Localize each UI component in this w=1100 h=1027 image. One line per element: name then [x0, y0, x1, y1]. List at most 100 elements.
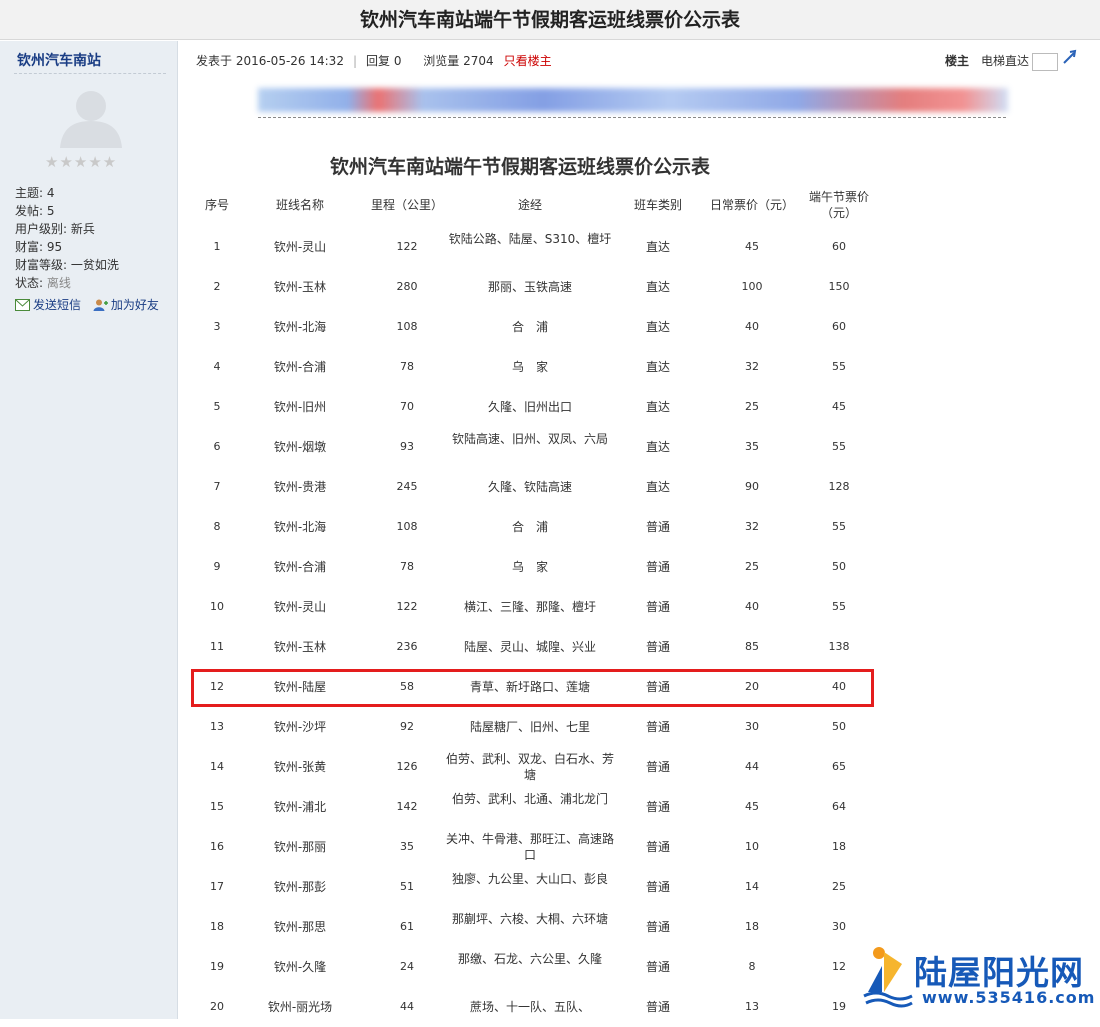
info-level: 用户级别: 新兵 [15, 222, 95, 236]
table-cell: 20 [210, 1000, 224, 1013]
table-row: 5 钦州-旧州 70 久隆、旧州出口 直达 25 45 [196, 387, 876, 427]
table-cell: 93 [400, 440, 414, 453]
table-cell: 30 [745, 720, 759, 733]
send-message-button[interactable]: 发送短信 [15, 298, 85, 312]
table-cell: 16 [210, 840, 224, 853]
table-cell: 17 [210, 880, 224, 893]
table-cell: 普通 [645, 960, 670, 974]
header-cell: 序号 [204, 198, 229, 212]
table-cell: 40 [745, 600, 759, 613]
table-cell: 钦州-合浦 [273, 360, 327, 374]
table-cell: 3 [213, 320, 221, 333]
author-divider [14, 73, 166, 74]
table-cell: 普通 [645, 920, 670, 934]
add-friend-button[interactable]: 加为好友 [93, 298, 159, 312]
table-cell: 钦州-丽光场 [267, 1000, 333, 1014]
add-friend-icon [93, 299, 108, 311]
table-cell: 5 [213, 400, 221, 413]
table-row: 9 钦州-合浦 78 乌 家 普通 25 50 [196, 547, 876, 587]
avatar[interactable] [56, 86, 126, 148]
jump-go-icon[interactable] [1062, 49, 1078, 65]
table-cell: 85 [745, 640, 759, 653]
table-cell: 45 [745, 800, 759, 813]
header-cell: 日常票价（元） [709, 198, 794, 212]
table-cell: 15 [210, 800, 224, 813]
table-cell: 钦州-张黄 [273, 760, 327, 774]
table-cell: 65 [832, 760, 846, 773]
table-cell: 直达 [645, 440, 670, 454]
watermark-url: www.535416.com [922, 988, 1096, 1007]
table-cell: 钦州-北海 [273, 320, 327, 334]
table-cell: 那丽、玉铁高速 [487, 280, 572, 294]
envelope-icon [15, 299, 30, 311]
table-cell: 直达 [645, 400, 670, 414]
table-cell: 44 [400, 1000, 414, 1013]
table-cell: 10 [745, 840, 759, 853]
header-cell: 班线名称 [275, 198, 324, 212]
table-cell: 陆屋、灵山、城隍、兴业 [463, 640, 596, 654]
table-cell: 横江、三隆、那隆、檀圩 [463, 600, 596, 614]
table-cell: 伯劳、武利、北通、浦北龙门 [451, 792, 608, 806]
jump-label: 电梯直达 [980, 54, 1029, 68]
table-cell: 普通 [645, 800, 670, 814]
table-cell: 70 [400, 400, 414, 413]
only-author-link[interactable]: 只看楼主 [504, 54, 552, 68]
table-cell: 35 [400, 840, 414, 853]
blurred-banner-image [258, 88, 1008, 112]
table-cell: 钦陆高速、旧州、双凤、六局 [451, 432, 608, 446]
table-cell: 90 [745, 480, 759, 493]
table-cell: 24 [400, 960, 414, 973]
table-row: 8 钦州-北海 108 合 浦 普通 32 55 [196, 507, 876, 547]
table-row: 15 钦州-浦北 142 伯劳、武利、北通、浦北龙门 普通 45 64 [196, 787, 876, 827]
table-cell: 18 [832, 840, 846, 853]
rating-stars-icon: ★★★★★ [45, 153, 118, 171]
table-cell: 普通 [645, 880, 670, 894]
author-actions: 发送短信 加为好友 [15, 296, 167, 313]
table-cell: 钦州-沙坪 [273, 720, 327, 734]
table-cell: 9 [213, 560, 221, 573]
header-cell: 途经 [517, 198, 542, 212]
author-info: 主题: 4 发帖: 5 用户级别: 新兵 财富: 95 财富等级: 一贫如洗 状… [15, 184, 119, 292]
author-sidebar: 钦州汽车南站 ★★★★★ 主题: 4 发帖: 5 用户级别: 新兵 财富: 95… [0, 41, 178, 1019]
table-cell: 150 [828, 280, 850, 293]
table-cell: 60 [832, 320, 846, 333]
table-row: 11 钦州-玉林 236 陆屋、灵山、城隍、兴业 普通 85 138 [196, 627, 876, 667]
table-cell: 55 [832, 520, 846, 533]
table-cell: 55 [832, 600, 846, 613]
table-cell: 合 浦 [511, 520, 548, 534]
table-cell: 钦州-浦北 [273, 800, 327, 814]
table-cell: 25 [832, 880, 846, 893]
header-cell: 班车类别 [633, 198, 682, 212]
table-cell: 钦州-玉林 [273, 280, 327, 294]
table-row: 7 钦州-贵港 245 久隆、钦陆高速 直达 90 128 [196, 467, 876, 507]
table-cell: 108 [396, 320, 418, 333]
table-cell: 普通 [645, 1000, 670, 1014]
reply-count: 回复 0 [366, 54, 402, 68]
table-row: 17 钦州-那彭 51 独廖、九公里、大山口、彭良 普通 14 25 [196, 867, 876, 907]
table-row: 10 钦州-灵山 122 横江、三隆、那隆、檀圩 普通 40 55 [196, 587, 876, 627]
table-cell: 14 [210, 760, 224, 773]
table-cell: 35 [745, 440, 759, 453]
table-cell: 128 [828, 480, 850, 493]
banner-divider [258, 117, 1006, 118]
table-cell: 6 [213, 440, 221, 453]
table-cell: 普通 [645, 600, 670, 614]
table-cell: 78 [400, 560, 414, 573]
table-cell: 13 [745, 1000, 759, 1013]
table-cell: 钦州-旧州 [273, 400, 327, 414]
table-cell: 18 [210, 920, 224, 933]
table-cell: 30 [832, 920, 846, 933]
table-cell: 92 [400, 720, 414, 733]
table-cell: 乌 家 [511, 560, 548, 574]
table-row: 13 钦州-沙坪 92 陆屋糖厂、旧州、七里 普通 30 50 [196, 707, 876, 747]
floor-jump-input[interactable] [1032, 52, 1058, 71]
table-cell: 2 [213, 280, 221, 293]
author-name[interactable]: 钦州汽车南站 [17, 50, 101, 70]
table-cell: 44 [745, 760, 759, 773]
table-row: 3 钦州-北海 108 合 浦 直达 40 60 [196, 307, 876, 347]
table-cell: 55 [832, 360, 846, 373]
table-cell: 1 [213, 240, 221, 253]
table-cell: 50 [832, 720, 846, 733]
table-row: 20 钦州-丽光场 44 蔗场、十一队、五队、 普通 13 19 [196, 987, 876, 1027]
table-cell: 久隆、钦陆高速 [487, 480, 572, 494]
